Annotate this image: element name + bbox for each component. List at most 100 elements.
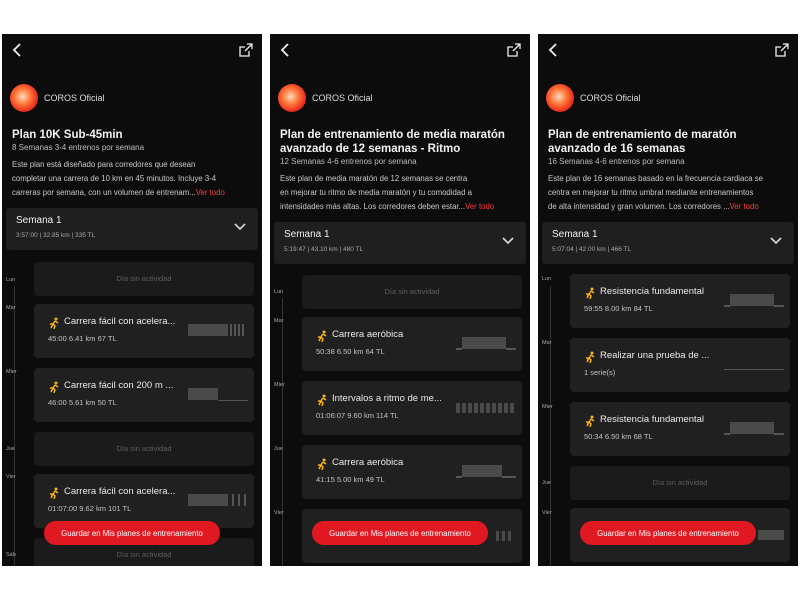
workout-card[interactable]: Intervalos a ritmo de me... 01:06:07 9.6… bbox=[302, 381, 522, 435]
week-title: Semana 1 bbox=[552, 229, 598, 240]
save-plan-button[interactable]: Guardar en Mis planes de entrenamiento bbox=[312, 521, 488, 545]
day-label: Jue bbox=[6, 446, 15, 452]
workout-card[interactable]: Carrera fácil con acelera... 01:07:00 9.… bbox=[34, 474, 254, 528]
share-icon[interactable] bbox=[506, 42, 522, 58]
author-name: COROS Oficial bbox=[312, 93, 373, 103]
timeline-line bbox=[282, 298, 283, 566]
running-icon bbox=[586, 415, 595, 427]
desc-line: en mejorar tu ritmo de media maratón y t… bbox=[280, 188, 472, 197]
workout-card[interactable]: Resistencia fundamental 59:55 8.00 km 84… bbox=[570, 274, 790, 328]
week-selector[interactable]: Semana 1 5:19:47 | 43.10 km | 480 TL bbox=[274, 222, 526, 264]
desc-line: Este plan está diseñado para corredores … bbox=[12, 160, 196, 169]
day-label: Jue bbox=[542, 480, 551, 486]
day-label: Sáb bbox=[6, 552, 16, 558]
see-all-link[interactable]: Ver todo bbox=[730, 202, 759, 211]
running-icon bbox=[586, 287, 595, 299]
author-name: COROS Oficial bbox=[580, 93, 641, 103]
plan-description: Este plan de media maratón de 12 semanas… bbox=[280, 172, 522, 214]
avatar bbox=[10, 84, 38, 112]
rest-day-card: Día sin actividad bbox=[34, 432, 254, 466]
see-all-link[interactable]: Ver todo bbox=[196, 188, 225, 197]
rest-day-label: Día sin actividad bbox=[116, 550, 172, 559]
top-bar bbox=[2, 34, 262, 66]
week-stats: 3:57:00 | 32.85 km | 335 TL bbox=[16, 232, 96, 239]
day-label: Lun bbox=[542, 276, 552, 282]
plan-description: Este plan de 16 semanas basado en la fre… bbox=[548, 172, 790, 214]
workout-title: Carrera fácil con acelera... bbox=[64, 486, 176, 497]
running-icon bbox=[586, 351, 595, 363]
workout-title: Resistencia fundamental bbox=[600, 414, 705, 425]
back-arrow-icon[interactable] bbox=[278, 42, 292, 58]
chevron-down-icon bbox=[234, 223, 246, 231]
running-icon bbox=[50, 381, 59, 393]
workout-stats: 1 serie(s) bbox=[584, 368, 616, 377]
desc-line: completar una carrera de 10 km en 45 min… bbox=[12, 174, 217, 183]
workout-stats: 50:38 6.50 km 64 TL bbox=[316, 347, 385, 356]
desc-text: carreras por semana, con un volumen de e… bbox=[12, 188, 196, 197]
back-arrow-icon[interactable] bbox=[10, 42, 24, 58]
day-label: Jue bbox=[274, 446, 283, 452]
desc-line: Este plan de media maratón de 12 semanas… bbox=[280, 174, 468, 183]
workout-card[interactable]: Resistencia fundamental 50:34 6.50 km 68… bbox=[570, 402, 790, 456]
workout-stats: 59:55 8.00 km 84 TL bbox=[584, 304, 653, 313]
workout-stats: 01:07:00 9.62 km 101 TL bbox=[48, 504, 132, 513]
author-row[interactable]: COROS Oficial bbox=[10, 84, 105, 112]
day-label: Mier bbox=[6, 369, 17, 375]
running-icon bbox=[50, 317, 59, 329]
desc-line: centra en mejorar tu ritmo umbral median… bbox=[548, 188, 754, 197]
rest-day-label: Día sin actividad bbox=[116, 274, 172, 283]
workout-title: Carrera fácil con 200 m ... bbox=[64, 380, 174, 391]
back-arrow-icon[interactable] bbox=[546, 42, 560, 58]
rest-day-label: Día sin actividad bbox=[116, 444, 172, 453]
workout-stats: 01:06:07 9.60 km 114 TL bbox=[316, 411, 399, 420]
rest-day-card: Día sin actividad bbox=[570, 466, 790, 500]
workout-card[interactable]: Carrera fácil con acelera... 45:00 6.41 … bbox=[34, 304, 254, 358]
day-label: Mar bbox=[6, 305, 16, 311]
share-icon[interactable] bbox=[774, 42, 790, 58]
week-stats: 5:07:04 | 42.00 km | 466 TL bbox=[552, 246, 632, 253]
workout-stats: 41:15 5.00 km 49 TL bbox=[316, 475, 385, 484]
workout-title: Carrera aeróbica bbox=[332, 457, 404, 468]
workout-title: Carrera fácil con acelera... bbox=[64, 316, 176, 327]
intensity-chart bbox=[188, 324, 244, 336]
save-plan-button[interactable]: Guardar en Mis planes de entrenamiento bbox=[44, 521, 220, 545]
day-label: Vier bbox=[542, 510, 552, 516]
workout-card[interactable]: Carrera fácil con 200 m ... 46:00 5.61 k… bbox=[34, 368, 254, 422]
plan-meta: 12 Semanas 4-6 entrenos por semana bbox=[280, 157, 417, 166]
day-label: Vier bbox=[6, 474, 16, 480]
desc-line: Este plan de 16 semanas basado en la fre… bbox=[548, 174, 763, 183]
day-label: Mar bbox=[542, 340, 552, 346]
workout-stats: 45:00 6.41 km 67 TL bbox=[48, 334, 117, 343]
rest-day-card: Día sin actividad bbox=[34, 262, 254, 296]
intensity-chart bbox=[456, 337, 516, 350]
workout-card[interactable]: Realizar una prueba de ... 1 serie(s) bbox=[570, 338, 790, 392]
rest-day-card: Día sin actividad bbox=[302, 275, 522, 309]
workout-card[interactable]: Carrera aeróbica 41:15 5.00 km 49 TL bbox=[302, 445, 522, 499]
workout-title: Carrera aeróbica bbox=[332, 329, 404, 340]
week-stats: 5:19:47 | 43.10 km | 480 TL bbox=[284, 246, 364, 253]
workout-stats: 50:34 6.50 km 68 TL bbox=[584, 432, 653, 441]
see-all-link[interactable]: Ver todo bbox=[465, 202, 494, 211]
rest-day-label: Día sin actividad bbox=[384, 287, 440, 296]
week-title: Semana 1 bbox=[16, 215, 62, 226]
author-name: COROS Oficial bbox=[44, 93, 105, 103]
workout-card[interactable]: Carrera aeróbica 50:38 6.50 km 64 TL bbox=[302, 317, 522, 371]
save-plan-button[interactable]: Guardar en Mis planes de entrenamiento bbox=[580, 521, 756, 545]
intensity-chart bbox=[456, 465, 516, 478]
author-row[interactable]: COROS Oficial bbox=[546, 84, 641, 112]
week-selector[interactable]: Semana 1 5:07:04 | 42.00 km | 466 TL bbox=[542, 222, 794, 264]
author-row[interactable]: COROS Oficial bbox=[278, 84, 373, 112]
week-selector[interactable]: Semana 1 3:57:00 | 32.85 km | 335 TL bbox=[6, 208, 258, 250]
day-label: Mier bbox=[542, 404, 553, 410]
plan-screen-10k: COROS Oficial Plan 10K Sub-45min 8 Seman… bbox=[2, 34, 262, 566]
plan-screen-marathon: COROS Oficial Plan de entrenamiento de m… bbox=[538, 34, 798, 566]
share-icon[interactable] bbox=[238, 42, 254, 58]
workout-stats: 46:00 5.61 km 50 TL bbox=[48, 398, 117, 407]
running-icon bbox=[318, 394, 327, 406]
day-label: Lun bbox=[6, 277, 16, 283]
week-title: Semana 1 bbox=[284, 229, 330, 240]
chevron-down-icon bbox=[770, 237, 782, 245]
intensity-chart bbox=[724, 369, 784, 370]
rest-day-label: Día sin actividad bbox=[652, 478, 708, 487]
intensity-chart bbox=[724, 422, 784, 435]
